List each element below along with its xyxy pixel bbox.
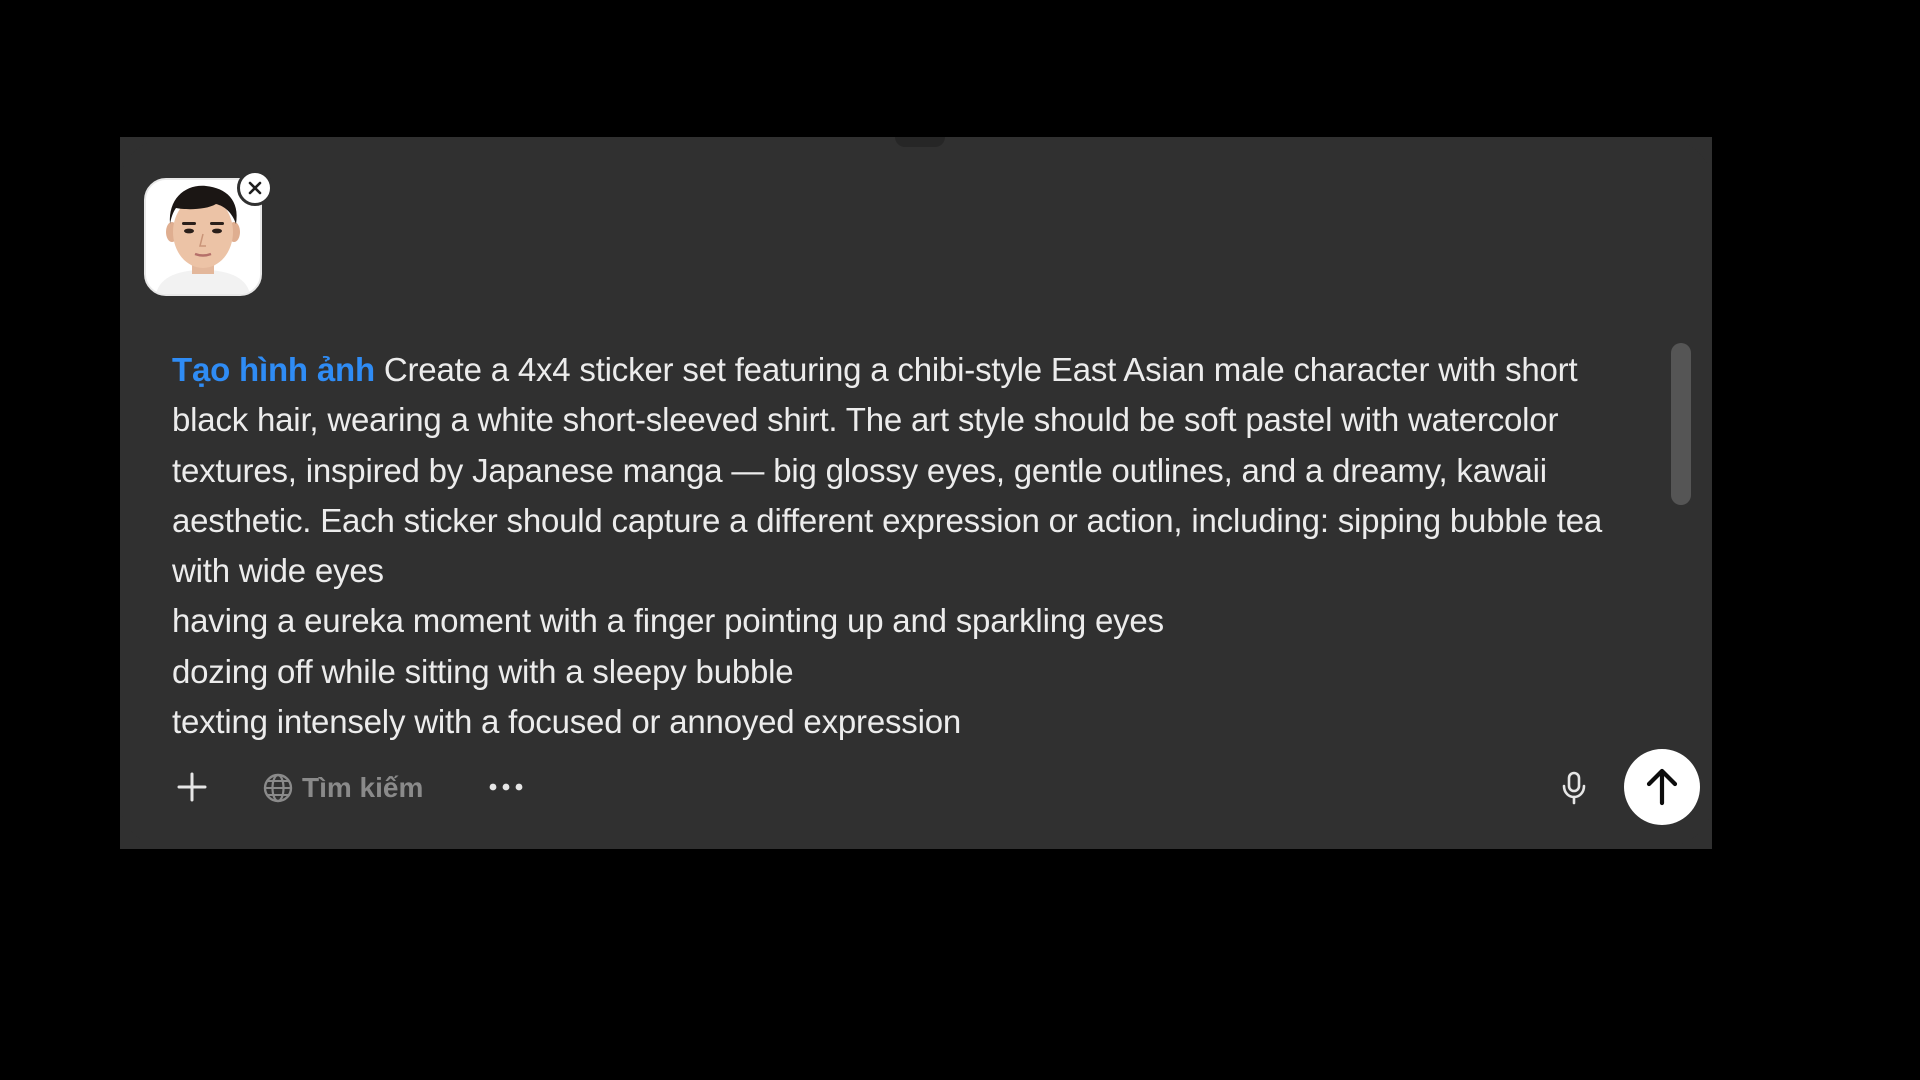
- prompt-line: texting intensely with a focused or anno…: [172, 703, 962, 741]
- remove-attachment-button[interactable]: [237, 170, 273, 206]
- arrow-up-icon: [1646, 768, 1678, 806]
- voice-input-button[interactable]: [1554, 764, 1594, 812]
- microphone-icon: [1562, 771, 1586, 805]
- search-button-label: Tìm kiếm: [302, 772, 424, 803]
- plus-icon: [177, 772, 207, 802]
- send-button[interactable]: [1624, 749, 1700, 825]
- prompt-first-paragraph: Tạo hình ảnh Create a 4x4 sticker set fe…: [172, 345, 1612, 596]
- globe-icon: [263, 773, 293, 803]
- composer-notch: [895, 137, 945, 147]
- close-icon: [248, 181, 262, 195]
- search-button[interactable]: Tìm kiếm: [262, 766, 423, 810]
- add-attachment-button[interactable]: [168, 763, 216, 811]
- more-options-button[interactable]: [484, 765, 528, 809]
- tool-mention-create-image[interactable]: Tạo hình ảnh: [172, 351, 375, 388]
- prompt-text: Create a 4x4 sticker set featuring a chi…: [172, 351, 1603, 590]
- prompt-input[interactable]: Tạo hình ảnh Create a 4x4 sticker set fe…: [172, 345, 1612, 745]
- more-horizontal-icon: [489, 783, 523, 791]
- prompt-line: dozing off while sitting with a sleepy b…: [172, 652, 794, 690]
- prompt-scrollbar-thumb[interactable]: [1671, 343, 1691, 505]
- prompt-line: having a eureka moment with a finger poi…: [172, 602, 1164, 640]
